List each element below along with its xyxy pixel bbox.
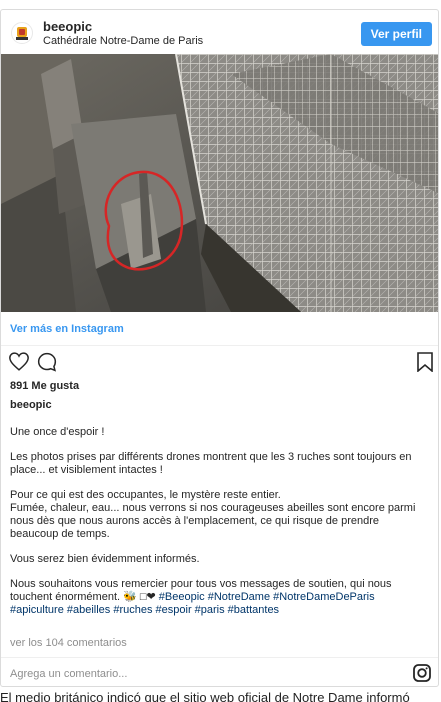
action-bar bbox=[1, 346, 438, 377]
comment-icon[interactable] bbox=[37, 352, 57, 377]
add-comment-bar: Agrega un comentario... bbox=[1, 657, 438, 686]
post-photo[interactable] bbox=[1, 54, 438, 312]
caption-paragraph: Les photos prises par différents drones … bbox=[10, 451, 412, 476]
avatar[interactable] bbox=[11, 22, 33, 44]
view-comments-link[interactable]: ver los 104 comentarios bbox=[10, 637, 127, 649]
caption-text: Une once d'espoir ! Les photos prises pa… bbox=[10, 426, 430, 629]
caption-paragraph: Une once d'espoir ! bbox=[10, 426, 105, 438]
caption-username[interactable]: beeopic bbox=[10, 399, 52, 411]
username[interactable]: beeopic bbox=[43, 19, 92, 34]
caption-paragraph: Pour ce qui est des occupantes, le mystè… bbox=[10, 489, 416, 540]
add-comment-input[interactable]: Agrega un comentario... bbox=[10, 668, 127, 680]
view-profile-button[interactable]: Ver perfil bbox=[360, 22, 432, 46]
likes-count[interactable]: 891 Me gusta bbox=[10, 380, 79, 392]
bookmark-icon[interactable] bbox=[417, 352, 433, 377]
caption-paragraph: Nous souhaitons vous remercier pour tous… bbox=[10, 578, 430, 617]
instagram-icon[interactable] bbox=[413, 664, 431, 686]
location-link[interactable]: Cathédrale Notre-Dame de Paris bbox=[43, 35, 203, 47]
post-header: beeopic Cathédrale Notre-Dame de Paris V… bbox=[1, 10, 438, 54]
view-more-instagram-link[interactable]: Ver más en Instagram bbox=[10, 323, 124, 335]
heart-icon[interactable] bbox=[9, 352, 29, 376]
article-paragraph: El medio británico indicó que el sitio w… bbox=[0, 690, 410, 702]
caption-paragraph: Vous serez bien évidemment informés. bbox=[10, 553, 200, 565]
article-text-cutoff: El medio británico indicó que el sitio w… bbox=[0, 690, 441, 702]
view-more-link-row: Ver más en Instagram bbox=[1, 312, 438, 346]
instagram-embed-card: beeopic Cathédrale Notre-Dame de Paris V… bbox=[0, 9, 439, 687]
